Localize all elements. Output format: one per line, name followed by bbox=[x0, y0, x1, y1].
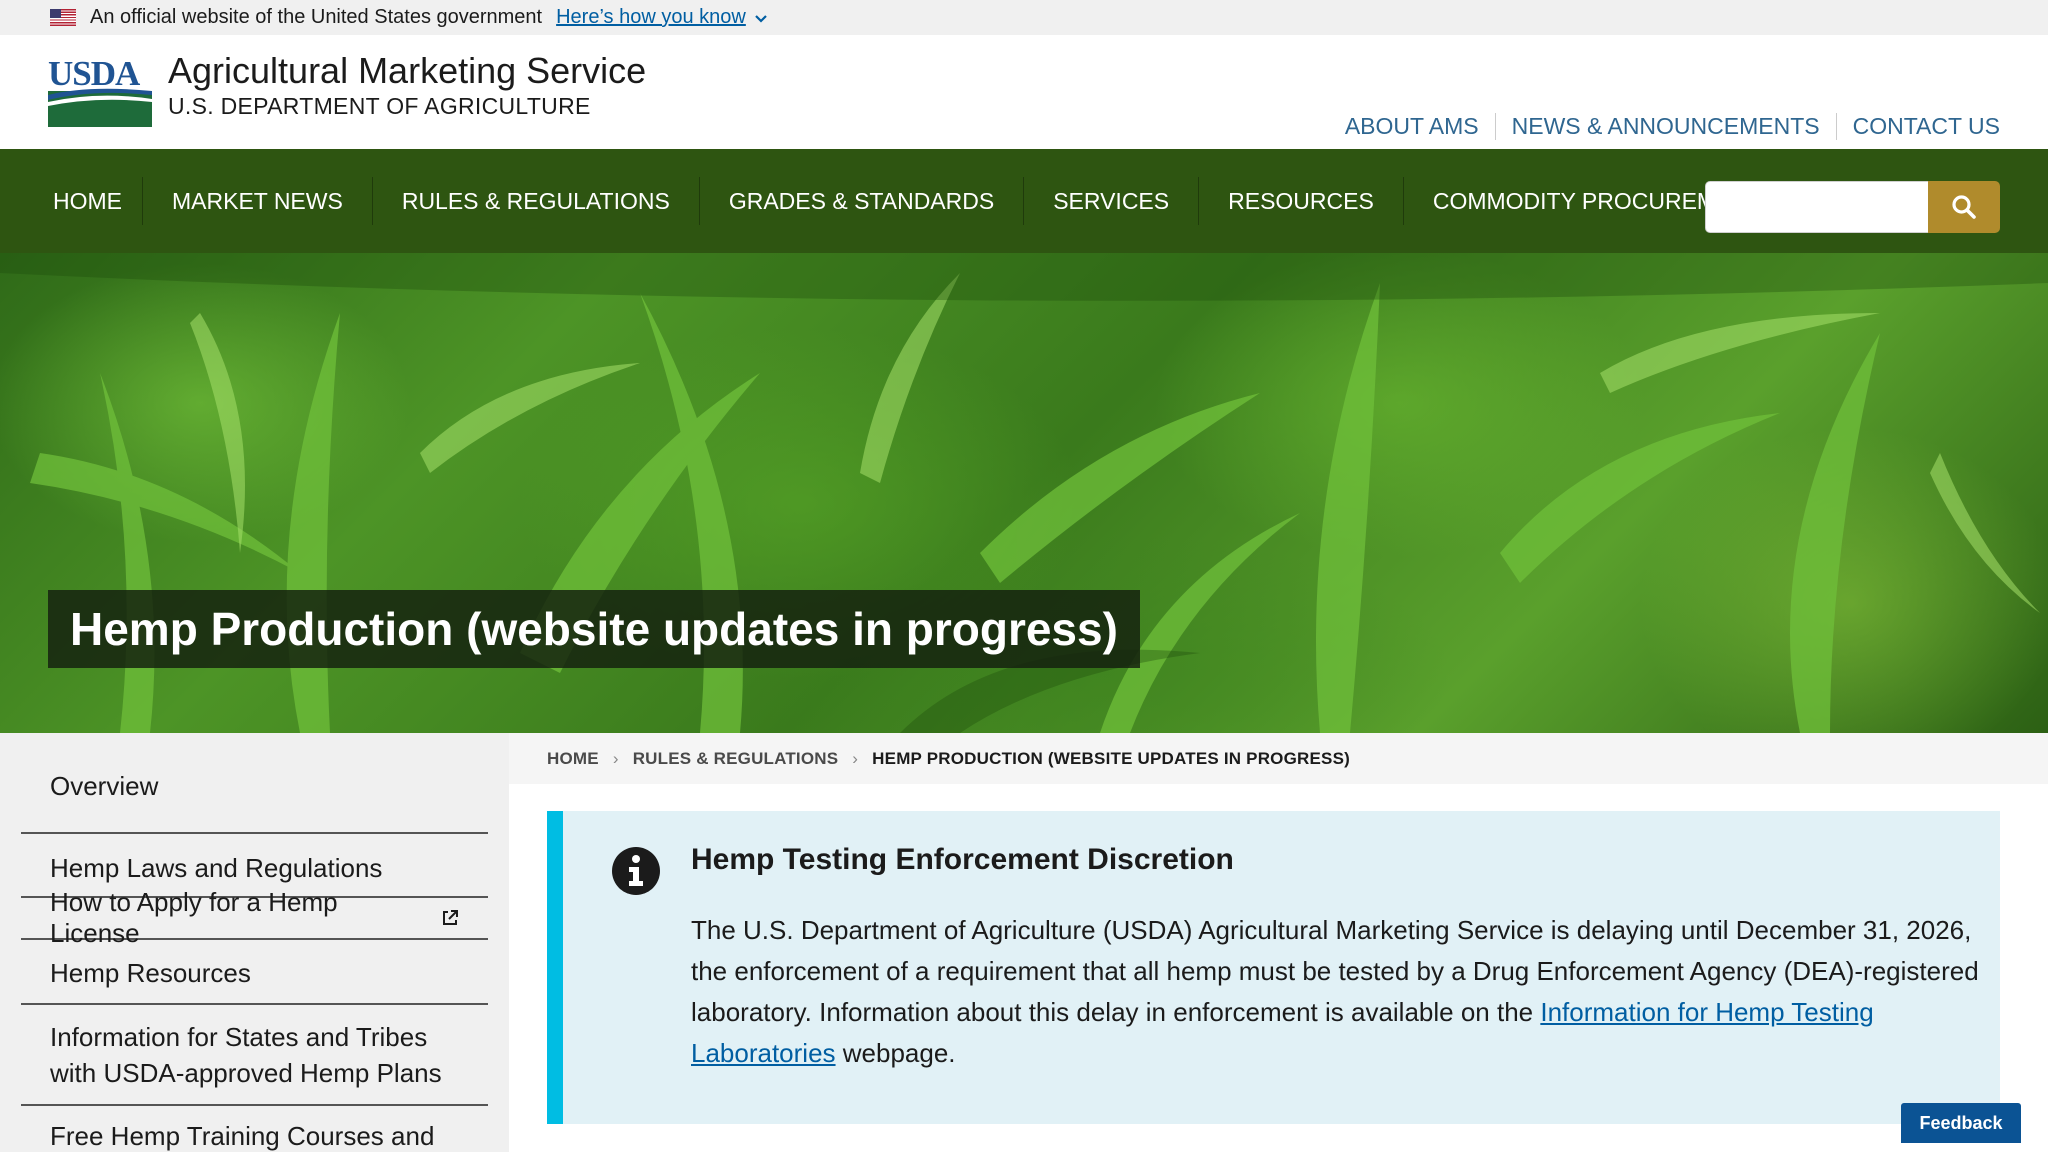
nav-item-market-news[interactable]: MARKET NEWS bbox=[142, 177, 372, 225]
us-flag-icon bbox=[50, 9, 76, 26]
nav-item-resources[interactable]: RESOURCES bbox=[1198, 177, 1403, 225]
alert-body-text-end: webpage. bbox=[835, 1038, 956, 1068]
info-alert: Hemp Testing Enforcement Discretion The … bbox=[547, 811, 2000, 1124]
breadcrumb-separator-icon: › bbox=[612, 748, 619, 768]
usda-logo[interactable]: USDA bbox=[48, 54, 152, 127]
nav-item-home[interactable]: HOME bbox=[23, 177, 142, 225]
sidebar-item-label: Hemp Resources bbox=[50, 958, 251, 988]
nav-item-grades-standards[interactable]: GRADES & STANDARDS bbox=[698, 177, 1023, 225]
sidebar-item-hemp-resources[interactable]: Hemp Resources bbox=[21, 940, 488, 1005]
alert-heading: Hemp Testing Enforcement Discretion bbox=[691, 843, 1234, 876]
breadcrumb-separator-icon: › bbox=[852, 748, 859, 768]
breadcrumb-rules-regulations[interactable]: RULES & REGULATIONS bbox=[633, 749, 839, 769]
sidebar-item-training-courses[interactable]: Free Hemp Training Courses and bbox=[21, 1106, 488, 1152]
sidebar-item-overview[interactable]: Overview bbox=[21, 733, 488, 834]
external-link-icon bbox=[443, 910, 459, 925]
contact-us-link[interactable]: CONTACT US bbox=[1835, 113, 2000, 140]
heres-how-you-know-link[interactable]: Here’s how you know bbox=[556, 6, 746, 29]
search-icon bbox=[1952, 195, 1976, 219]
agency-title[interactable]: Agricultural Marketing Service bbox=[168, 50, 646, 92]
alert-body: The U.S. Department of Agriculture (USDA… bbox=[691, 910, 1991, 1074]
agency-subtitle: U.S. DEPARTMENT OF AGRICULTURE bbox=[168, 93, 591, 119]
hero-banner: Hemp Production (website updates in prog… bbox=[0, 253, 2048, 733]
gov-banner: An official website of the United States… bbox=[0, 0, 2048, 35]
about-ams-link[interactable]: ABOUT AMS bbox=[1329, 113, 1495, 140]
search-button[interactable] bbox=[1928, 181, 2000, 233]
gov-banner-text: An official website of the United States… bbox=[90, 6, 543, 28]
sidebar-item-label: Free Hemp Training Courses and bbox=[50, 1121, 435, 1151]
site-header: USDA Agricultural Marketing Service U.S.… bbox=[0, 35, 2048, 149]
sidebar-item-states-tribes[interactable]: Information for States and Tribes with U… bbox=[21, 1005, 488, 1106]
nav-item-rules-regulations[interactable]: RULES & REGULATIONS bbox=[371, 177, 699, 225]
breadcrumb-home[interactable]: HOME bbox=[547, 749, 599, 769]
nav-item-services[interactable]: SERVICES bbox=[1023, 177, 1198, 225]
usda-logo-text: USDA bbox=[48, 55, 141, 93]
info-icon bbox=[612, 847, 660, 895]
sidebar-item-label: How to Apply for a Hemp License bbox=[50, 887, 338, 948]
breadcrumb-current: HEMP PRODUCTION (WEBSITE UPDATES IN PROG… bbox=[872, 748, 1350, 768]
page-title: Hemp Production (website updates in prog… bbox=[70, 603, 1118, 655]
utility-nav: ABOUT AMS NEWS & ANNOUNCEMENTS CONTACT U… bbox=[1329, 113, 2000, 140]
feedback-button[interactable]: Feedback bbox=[1901, 1103, 2021, 1143]
sidebar-item-label: Hemp Laws and Regulations bbox=[50, 852, 383, 883]
main-nav: HOME MARKET NEWS RULES & REGULATIONS GRA… bbox=[0, 149, 2048, 253]
chevron-down-icon[interactable] bbox=[754, 11, 768, 29]
sidebar-item-apply-license[interactable]: How to Apply for a Hemp License bbox=[21, 887, 488, 948]
breadcrumb: HOME › RULES & REGULATIONS › HEMP PRODUC… bbox=[509, 733, 2048, 784]
hero-title-box: Hemp Production (website updates in prog… bbox=[48, 590, 1140, 668]
news-announcements-link[interactable]: NEWS & ANNOUNCEMENTS bbox=[1494, 113, 1836, 140]
sidebar-nav: Overview Hemp Laws and Regulations How t… bbox=[0, 733, 509, 1152]
sidebar-item-label: Information for States and Tribes with U… bbox=[50, 1021, 442, 1088]
search-input[interactable] bbox=[1705, 181, 1929, 233]
sidebar-item-label: Overview bbox=[50, 771, 159, 801]
